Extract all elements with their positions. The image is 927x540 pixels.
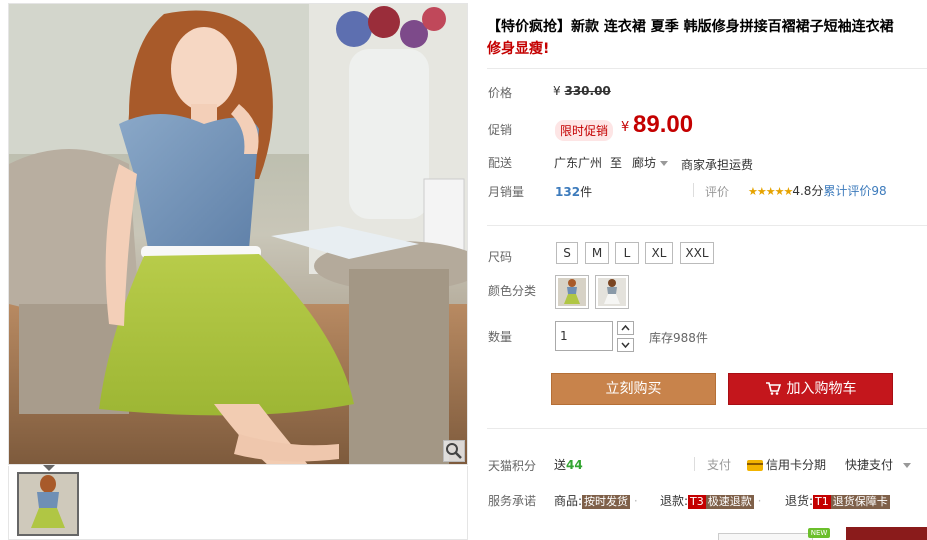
monthly-sales-unit: 件	[580, 185, 593, 199]
chevron-up-icon	[621, 324, 630, 331]
service-return-tag[interactable]: 退货保障卡	[830, 495, 890, 509]
bottom-tab-left[interactable]	[718, 533, 813, 540]
magnifier-icon	[446, 443, 462, 459]
add-to-cart-button[interactable]: 加入购物车	[728, 373, 893, 405]
points-separator	[694, 457, 695, 471]
promo-label: 促销	[488, 123, 513, 137]
spec-divider	[487, 225, 927, 226]
quantity-label: 数量	[488, 330, 513, 344]
size-option-s[interactable]: S	[556, 242, 578, 264]
service-refund-prefix: 退款:	[660, 494, 689, 508]
credit-card-installment[interactable]: 信用卡分期	[747, 456, 826, 473]
thumbnail-strip	[8, 465, 468, 540]
shipping-note: 商家承担运费	[681, 158, 754, 172]
delivery-origin: 广东广州	[554, 156, 603, 170]
product-title-promo: 修身显瘦!	[487, 41, 550, 57]
size-option-l[interactable]: L	[615, 242, 639, 264]
add-to-cart-label: 加入购物车	[786, 381, 857, 397]
quick-pay-select[interactable]: 快捷支付	[845, 456, 912, 473]
chevron-down-icon	[660, 161, 669, 166]
rating-stars-icon: ★★★★★	[748, 185, 793, 198]
service-goods-tag[interactable]: 按时发货	[582, 495, 631, 509]
thumbnail-pointer	[43, 465, 55, 471]
title-divider	[487, 68, 927, 69]
quantity-input[interactable]: 1	[555, 321, 613, 351]
cart-icon	[765, 381, 781, 395]
service-dot: ·	[757, 494, 762, 508]
color-swatch-white[interactable]	[595, 275, 629, 309]
stock-count: 库存988件	[649, 331, 708, 345]
service-refund: 退款: T3 极速退款 ·	[660, 492, 761, 509]
rating-label: 评价	[705, 185, 730, 199]
monthly-sales-label: 月销量	[488, 185, 525, 199]
quick-pay-label: 快捷支付	[845, 458, 894, 472]
service-return-prefix: 退货:	[785, 494, 814, 508]
dress-swatch-image	[558, 278, 586, 306]
new-badge: NEW	[808, 528, 830, 538]
size-option-xl[interactable]: XL	[645, 242, 673, 264]
credit-card-label: 信用卡分期	[766, 458, 827, 472]
size-option-xxl[interactable]: XXL	[680, 242, 714, 264]
price-label: 价格	[488, 86, 513, 100]
service-label: 服务承诺	[488, 494, 537, 508]
color-label: 颜色分类	[488, 284, 537, 298]
points-value: 送44	[554, 456, 583, 473]
rating-summary[interactable]: ★★★★★4.8分累计评价98	[748, 182, 887, 199]
promo-badge: 限时促销	[555, 120, 614, 141]
product-main-image[interactable]	[8, 3, 468, 465]
buy-now-button[interactable]: 立刻购买	[551, 373, 716, 405]
monthly-sales-count: 132	[555, 185, 581, 199]
product-title: 【特价疯抢】新款 连衣裙 夏季 韩版修身拼接百褶裙子短袖连衣裙 修身显瘦!	[487, 16, 925, 60]
delivery-label: 配送	[488, 156, 513, 170]
service-dot: ·	[633, 494, 638, 508]
service-goods-prefix: 商品:	[554, 494, 583, 508]
bottom-tab-right[interactable]	[846, 527, 927, 540]
points-label: 天猫积分	[488, 459, 537, 473]
chevron-down-icon	[621, 342, 630, 349]
delivery-destination-select[interactable]: 廊坊	[632, 154, 669, 171]
original-price-value: 330.00	[564, 84, 611, 98]
dress-swatch-image	[598, 278, 626, 306]
quantity-increase-button[interactable]	[617, 321, 634, 335]
product-title-text: 【特价疯抢】新款 连衣裙 夏季 韩版修身拼接百褶裙子短袖连衣裙	[487, 19, 894, 35]
product-photo	[9, 4, 467, 464]
delivery-destination: 廊坊	[632, 156, 657, 170]
original-price: ¥ 330.00	[553, 84, 611, 98]
pay-label: 支付	[707, 458, 732, 472]
thumbnail-1[interactable]	[17, 472, 79, 536]
service-refund-tag[interactable]: 极速退款	[705, 495, 754, 509]
rating-score: 4.8分	[792, 184, 824, 198]
credit-card-icon	[747, 460, 763, 471]
service-return: 退货: T1 退货保障卡	[785, 492, 890, 509]
quantity-decrease-button[interactable]	[617, 338, 634, 352]
sales-separator	[693, 183, 694, 197]
points-divider	[487, 428, 927, 429]
points-prefix: 送	[554, 458, 567, 472]
original-price-currency: ¥	[553, 84, 561, 98]
delivery-to: 至	[610, 156, 623, 170]
color-swatch-blue-green[interactable]	[555, 275, 589, 309]
promo-price: 89.00	[633, 111, 694, 138]
size-option-m[interactable]: M	[585, 242, 609, 264]
points-number: 44	[566, 458, 583, 472]
cumulative-reviews-link[interactable]: 累计评价98	[823, 184, 886, 198]
service-refund-code: T3	[688, 495, 706, 509]
promo-price-currency: ¥	[621, 120, 630, 135]
chevron-down-icon	[903, 463, 912, 468]
service-goods: 商品: 按时发货 ·	[554, 492, 638, 509]
monthly-sales: 132件	[555, 183, 592, 200]
size-label: 尺码	[488, 250, 513, 264]
service-return-code: T1	[813, 495, 831, 509]
zoom-button[interactable]	[443, 440, 465, 462]
thumbnail-photo	[19, 474, 77, 534]
